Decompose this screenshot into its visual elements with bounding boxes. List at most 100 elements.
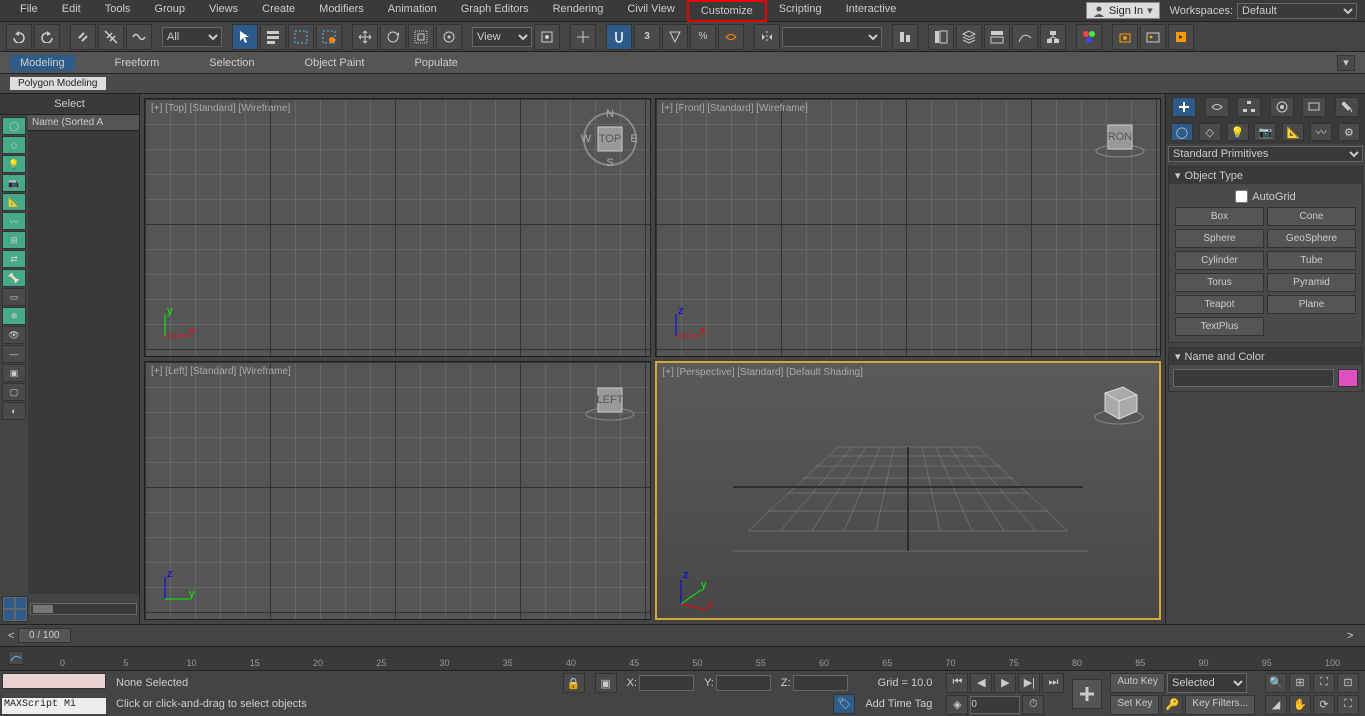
toggle-layer-explorer-button[interactable] [956, 24, 982, 50]
viewport-perspective[interactable]: [+] [Perspective] [Standard] [Default Sh… [655, 361, 1162, 620]
redo-button[interactable] [34, 24, 60, 50]
modify-tab[interactable] [1205, 97, 1229, 117]
workspaces-dropdown[interactable]: Default [1237, 3, 1357, 19]
ribbon-tab-freeform[interactable]: Freeform [105, 55, 170, 71]
filter-frozen-icon[interactable]: ❄ [2, 307, 26, 325]
z-coord-input[interactable] [793, 675, 848, 691]
render-setup-button[interactable] [1112, 24, 1138, 50]
zoom-extents-button[interactable]: ⛶ [1313, 673, 1335, 693]
link-button[interactable] [70, 24, 96, 50]
align-button[interactable] [892, 24, 918, 50]
autogrid-checkbox[interactable] [1235, 190, 1248, 203]
filter-bone-icon[interactable]: 🦴 [2, 269, 26, 287]
create-teapot-button[interactable]: Teapot [1175, 295, 1264, 314]
filter-hidden-icon[interactable]: 👁 [2, 326, 26, 344]
ribbon-tab-modeling[interactable]: Modeling [10, 55, 75, 71]
filter-invert-icon[interactable]: ◐ [2, 402, 26, 420]
filter-none-icon[interactable]: ▢ [2, 383, 26, 401]
shapes-subtab[interactable]: ◇ [1199, 123, 1221, 141]
select-move-button[interactable] [352, 24, 378, 50]
rollout-caret-icon[interactable]: ▾ [1175, 350, 1181, 363]
next-frame-button[interactable]: ▶| [1018, 673, 1040, 693]
spinner-snap-button[interactable]: % [690, 24, 716, 50]
time-tag-icon[interactable]: 🏷 [833, 694, 855, 714]
zoom-extents-all-button[interactable]: ⊡ [1337, 673, 1359, 693]
fov-button[interactable]: ◢ [1265, 695, 1287, 715]
filter-shapes-icon[interactable]: ◇ [2, 136, 26, 154]
add-time-tag-label[interactable]: Add Time Tag [865, 698, 932, 710]
key-target-dropdown[interactable]: Selected [1167, 673, 1247, 693]
selection-filter-dropdown[interactable]: All [162, 27, 222, 47]
menu-scripting[interactable]: Scripting [767, 0, 834, 22]
set-key-big-button[interactable] [1072, 679, 1102, 709]
ribbon-tab-object-paint[interactable]: Object Paint [295, 55, 375, 71]
sign-in-button[interactable]: Sign In ▾ [1086, 2, 1160, 19]
unlink-button[interactable] [98, 24, 124, 50]
undo-button[interactable] [6, 24, 32, 50]
create-torus-button[interactable]: Torus [1175, 273, 1264, 292]
create-tab[interactable] [1172, 97, 1196, 117]
spacewarps-subtab[interactable]: 〰 [1310, 123, 1332, 141]
create-textplus-button[interactable]: TextPlus [1175, 317, 1264, 336]
rollout-caret-icon[interactable]: ▾ [1175, 169, 1181, 182]
create-box-button[interactable]: Box [1175, 207, 1264, 226]
viewport-left-label[interactable]: [+] [Left] [Standard] [Wireframe] [151, 366, 291, 377]
filter-groups-icon[interactable]: ⊞ [2, 231, 26, 249]
select-scale-button[interactable] [408, 24, 434, 50]
viewport-front-label[interactable]: [+] [Front] [Standard] [Wireframe] [662, 103, 808, 114]
filter-spacewarps-icon[interactable]: 〰 [2, 212, 26, 230]
auto-key-button[interactable]: Auto Key [1110, 673, 1165, 693]
filter-xref-icon[interactable]: ⇄ [2, 250, 26, 268]
select-by-name-button[interactable] [260, 24, 286, 50]
menu-customize[interactable]: Customize [687, 0, 767, 22]
menu-rendering[interactable]: Rendering [541, 0, 616, 22]
mini-curve-icon[interactable] [8, 651, 24, 665]
curve-editor-button[interactable] [1012, 24, 1038, 50]
time-config-button[interactable]: ⏱ [1022, 695, 1044, 715]
key-mode-button[interactable]: ◈ [946, 695, 968, 715]
goto-end-button[interactable]: ⏭ [1042, 673, 1064, 693]
edit-named-sel-button[interactable] [718, 24, 744, 50]
track-bar[interactable]: 0510152025303540455055606570758085909510… [0, 646, 1365, 670]
viewcube-left[interactable]: LEFT [580, 372, 640, 432]
create-tube-button[interactable]: Tube [1267, 251, 1356, 270]
create-pyramid-button[interactable]: Pyramid [1267, 273, 1356, 292]
create-cylinder-button[interactable]: Cylinder [1175, 251, 1264, 270]
current-frame-input[interactable] [970, 696, 1020, 714]
menu-create[interactable]: Create [250, 0, 307, 22]
systems-subtab[interactable]: ⚙ [1338, 123, 1360, 141]
zoom-all-button[interactable]: ⊞ [1289, 673, 1311, 693]
script-listener-pink[interactable] [2, 673, 106, 689]
pivot-center-button[interactable] [534, 24, 560, 50]
prev-frame-button[interactable]: ◀ [970, 673, 992, 693]
goto-start-button[interactable]: ⏮ [946, 673, 968, 693]
primitive-category-dropdown[interactable]: Standard Primitives [1168, 146, 1363, 162]
viewport-layout-button[interactable] [2, 596, 28, 622]
set-key-button[interactable]: Set Key [1110, 695, 1159, 715]
menu-graph-editors[interactable]: Graph Editors [449, 0, 541, 22]
pan-button[interactable]: ✋ [1289, 695, 1311, 715]
menu-tools[interactable]: Tools [93, 0, 143, 22]
menu-edit[interactable]: Edit [50, 0, 93, 22]
viewport-left[interactable]: [+] [Left] [Standard] [Wireframe] LEFT z… [144, 361, 651, 620]
maximize-viewport-button[interactable]: ⛶ [1337, 695, 1359, 715]
render-production-button[interactable] [1168, 24, 1194, 50]
angle-snap-button[interactable]: 3 [634, 24, 660, 50]
viewcube-front[interactable]: FRONT [1090, 109, 1150, 169]
menu-animation[interactable]: Animation [376, 0, 449, 22]
utilities-tab[interactable] [1335, 97, 1359, 117]
filter-lights-icon[interactable]: 💡 [2, 155, 26, 173]
x-coord-input[interactable] [639, 675, 694, 691]
scene-list-header[interactable]: Name (Sorted A [28, 115, 139, 131]
helpers-subtab[interactable]: 📐 [1282, 123, 1304, 141]
scene-explorer-scrollbar[interactable] [30, 603, 137, 615]
isolate-icon[interactable]: ▣ [595, 673, 617, 693]
y-coord-input[interactable] [716, 675, 771, 691]
maxscript-mini-listener[interactable]: MAXScript Mi [2, 698, 106, 714]
viewcube-top[interactable]: TOP N S E W [580, 109, 640, 169]
time-slider[interactable]: < 0 / 100 > [0, 624, 1365, 646]
key-filters-icon[interactable]: 🔑 [1161, 695, 1183, 715]
filter-all-icon[interactable]: ▣ [2, 364, 26, 382]
rect-select-button[interactable] [288, 24, 314, 50]
create-cone-button[interactable]: Cone [1267, 207, 1356, 226]
